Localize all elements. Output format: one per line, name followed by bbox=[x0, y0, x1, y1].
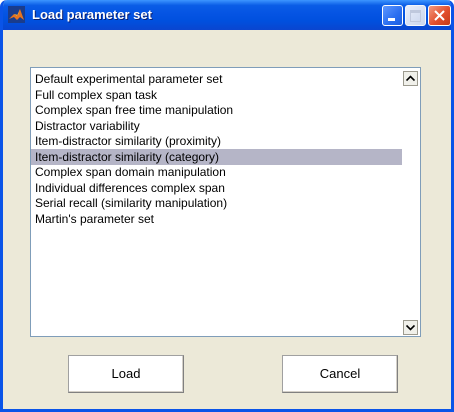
load-button[interactable]: Load bbox=[68, 355, 184, 393]
minimize-icon[interactable] bbox=[382, 5, 403, 26]
title-bar[interactable]: Load parameter set bbox=[3, 0, 451, 30]
list-item[interactable]: Serial recall (similarity manipulation) bbox=[31, 195, 227, 211]
vertical-scrollbar[interactable] bbox=[402, 69, 419, 335]
parameter-set-list[interactable]: Default experimental parameter set Full c… bbox=[30, 67, 421, 337]
list-item[interactable]: Default experimental parameter set bbox=[31, 71, 222, 87]
list-item[interactable]: Full complex span task bbox=[31, 87, 157, 103]
list-item[interactable]: Item-distractor similarity (category) bbox=[31, 148, 404, 165]
scroll-down-icon[interactable] bbox=[403, 320, 418, 335]
scroll-up-icon[interactable] bbox=[403, 71, 418, 86]
list-item[interactable]: Distractor variability bbox=[31, 118, 140, 134]
matlab-icon bbox=[8, 6, 25, 23]
maximize-icon[interactable] bbox=[405, 5, 426, 26]
list-item[interactable]: Individual differences complex span bbox=[31, 180, 225, 196]
close-icon[interactable] bbox=[428, 5, 451, 26]
list-item[interactable]: Complex span free time manipulation bbox=[31, 102, 233, 118]
list-item[interactable]: Item-distractor similarity (proximity) bbox=[31, 133, 221, 149]
list-item[interactable]: Complex span domain manipulation bbox=[31, 164, 226, 180]
window-title: Load parameter set bbox=[32, 7, 152, 22]
cancel-button[interactable]: Cancel bbox=[282, 355, 398, 393]
dialog-window: Load parameter set Default experimental … bbox=[0, 0, 454, 412]
list-item[interactable]: Martin's parameter set bbox=[31, 211, 154, 227]
